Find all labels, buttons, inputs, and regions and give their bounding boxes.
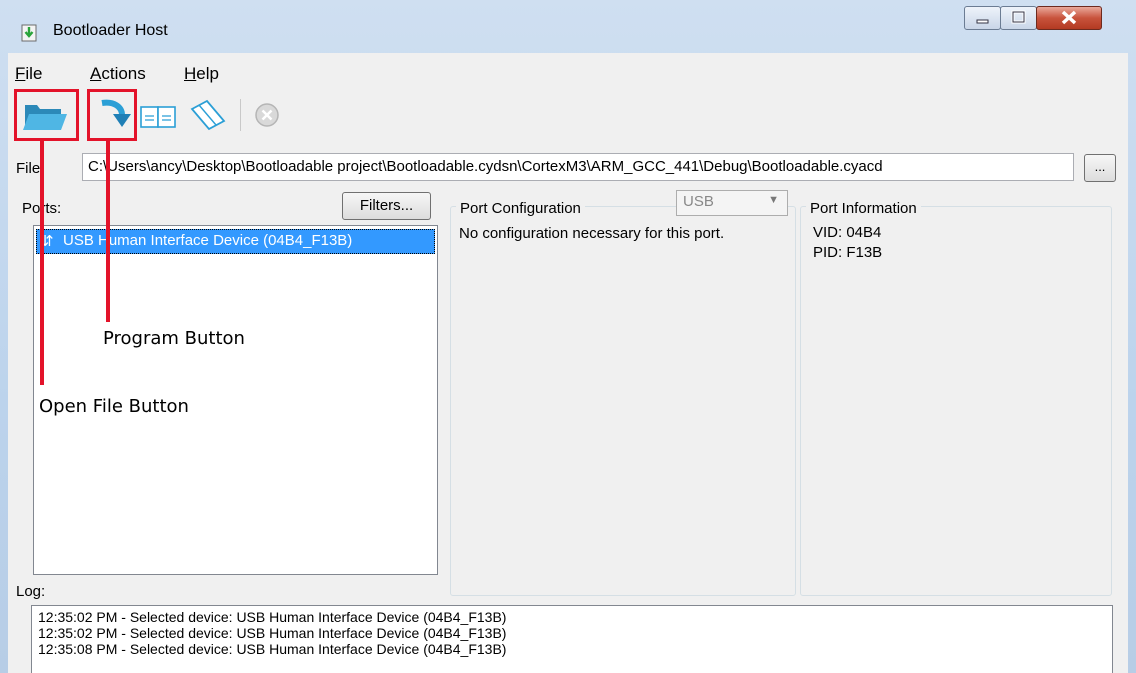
port-information-title: Port Information	[806, 200, 921, 217]
open-file-highlight	[14, 89, 79, 141]
program-pointer-line	[106, 140, 110, 322]
program-highlight	[87, 89, 137, 141]
abort-icon[interactable]	[251, 95, 285, 135]
protocol-select[interactable]: USB ▼	[676, 190, 788, 216]
log-box[interactable]: 12:35:02 PM - Selected device: USB Human…	[31, 605, 1113, 673]
erase-icon[interactable]	[187, 95, 229, 135]
log-line: 12:35:02 PM - Selected device: USB Human…	[38, 609, 507, 625]
open-file-pointer-line	[40, 140, 44, 385]
minimize-button[interactable]	[964, 6, 1001, 30]
browse-button[interactable]: ...	[1084, 154, 1116, 182]
window-title: Bootloader Host	[53, 22, 168, 39]
vid-value: VID: 04B4	[813, 224, 882, 241]
maximize-icon	[1011, 10, 1026, 24]
client-area: File Actions Help File: C:\Users\ancy\De…	[8, 53, 1128, 673]
close-icon	[1061, 10, 1077, 25]
verify-icon[interactable]	[138, 95, 180, 135]
list-item[interactable]: ⇵ USB Human Interface Device (04B4_F13B)	[36, 229, 435, 254]
program-button-annotation: Program Button	[103, 328, 245, 349]
protocol-value: USB	[683, 193, 714, 210]
pid-value: PID: F13B	[813, 244, 883, 261]
log-label: Log:	[16, 583, 46, 600]
log-line: 12:35:08 PM - Selected device: USB Human…	[38, 641, 507, 657]
toolbar-separator	[240, 99, 241, 131]
maximize-button[interactable]	[1000, 6, 1037, 30]
title-bar[interactable]: Bootloader Host	[0, 0, 1136, 50]
app-icon	[21, 24, 37, 42]
close-button[interactable]	[1036, 6, 1102, 30]
port-information-group: Port Information VID: 04B4 PID: F13B	[800, 200, 1112, 596]
chevron-down-icon: ▼	[768, 194, 779, 206]
filters-button[interactable]: Filters...	[342, 192, 431, 220]
menu-actions[interactable]: Actions	[90, 64, 146, 84]
file-row: File: C:\Users\ancy\Desktop\Bootloadable…	[8, 150, 1128, 185]
log-line: 12:35:02 PM - Selected device: USB Human…	[38, 625, 507, 641]
port-configuration-title: Port Configuration	[456, 200, 585, 217]
open-file-button-annotation: Open File Button	[39, 396, 189, 417]
port-configuration-group: Port Configuration No configuration nece…	[450, 200, 796, 596]
menu-bar: File Actions Help	[8, 53, 1128, 87]
toolbar	[8, 88, 1128, 140]
menu-help[interactable]: Help	[184, 64, 219, 84]
file-path-field[interactable]: C:\Users\ancy\Desktop\Bootloadable proje…	[82, 153, 1074, 181]
port-configuration-message: No configuration necessary for this port…	[459, 225, 725, 242]
menu-file[interactable]: File	[15, 64, 42, 84]
minimize-icon	[976, 19, 989, 24]
